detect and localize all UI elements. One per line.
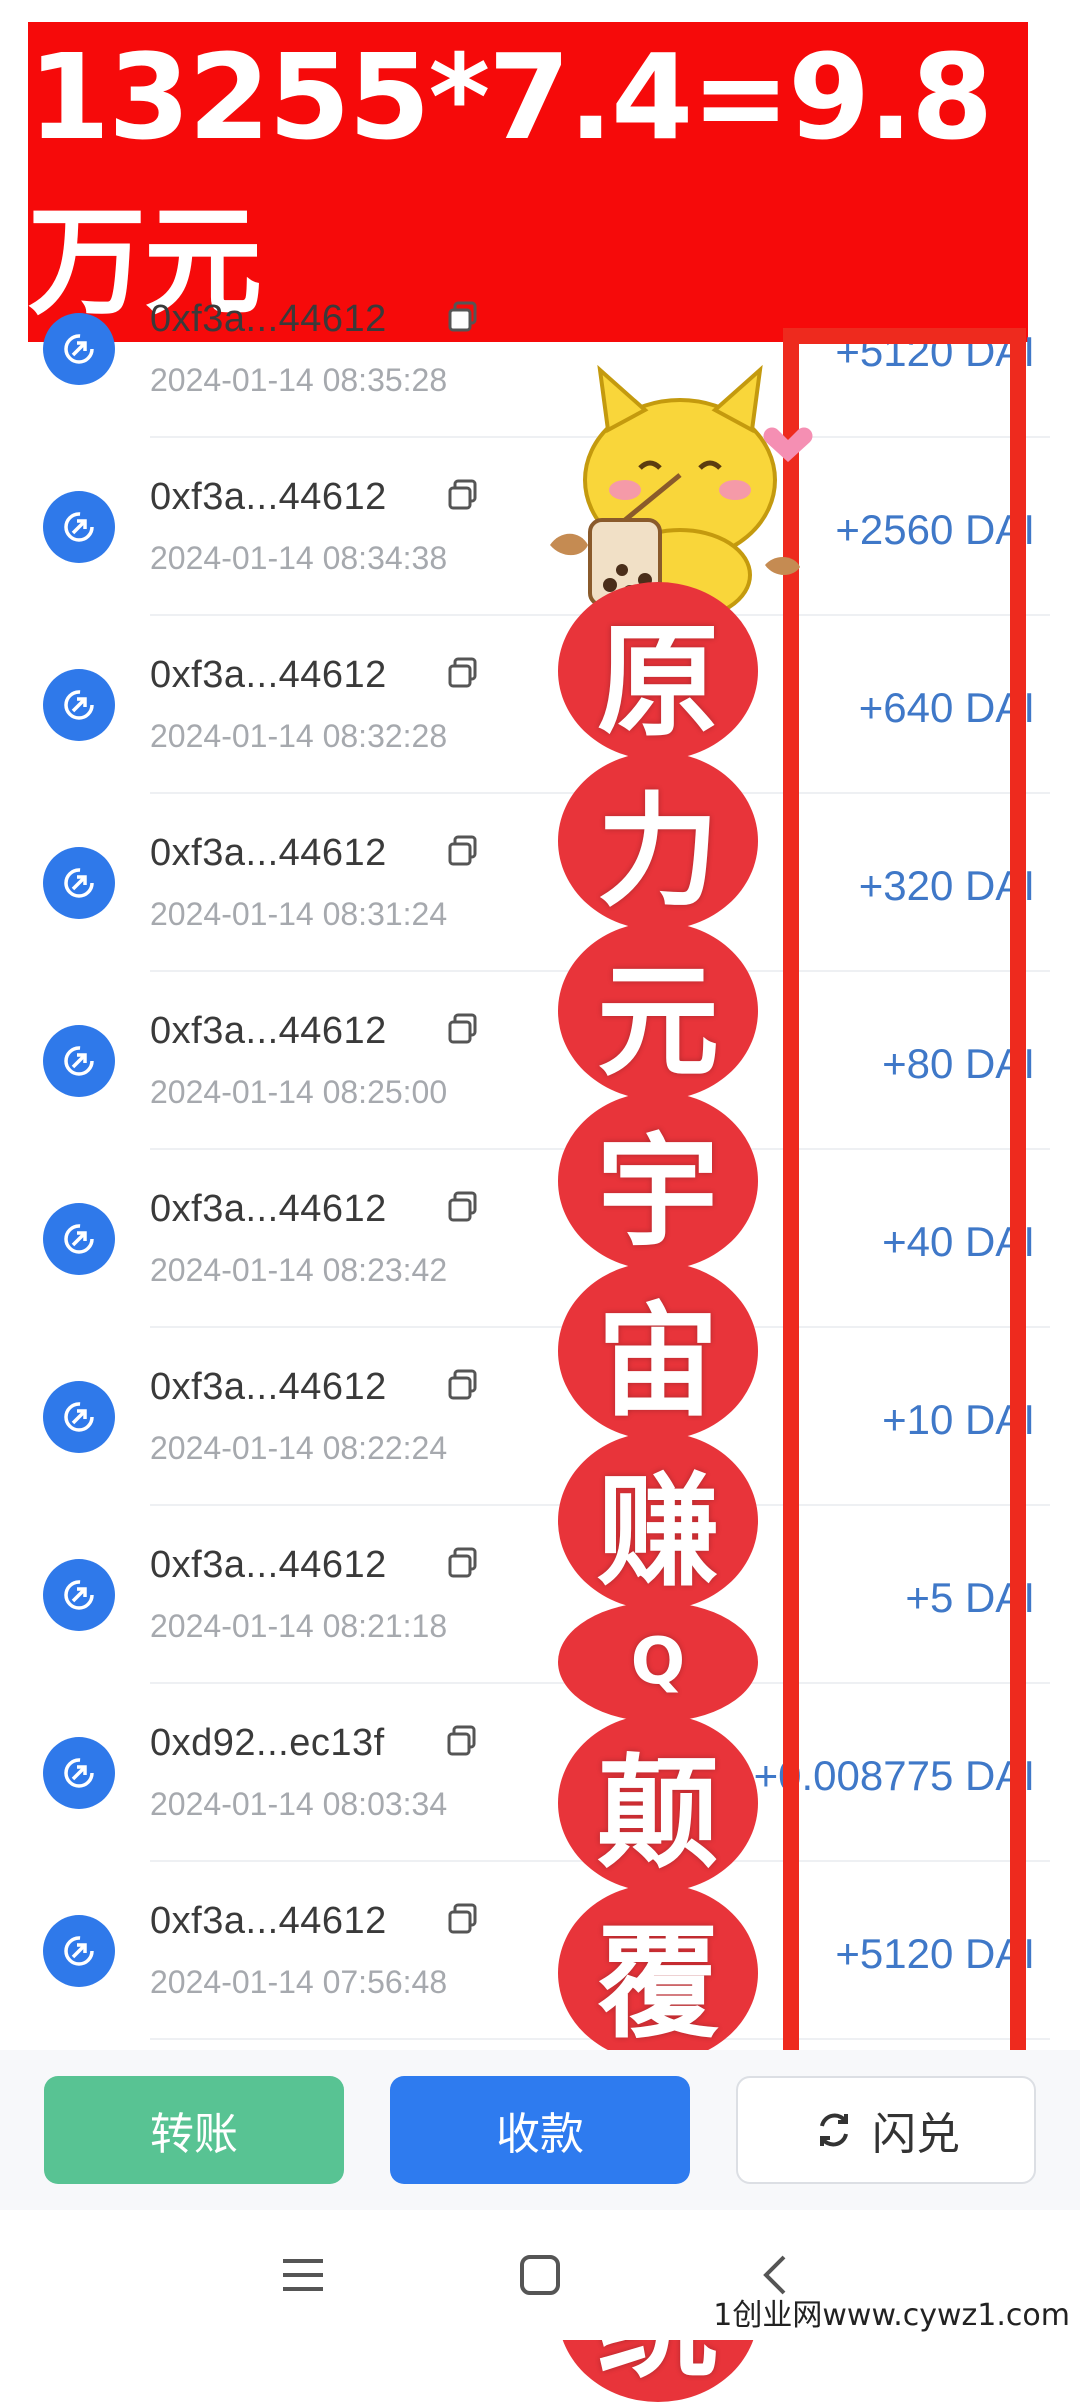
- transfer-circle-icon: [43, 1915, 115, 1987]
- transfer-circle-icon: [43, 847, 115, 919]
- swap-icon: [820, 2113, 848, 2147]
- copy-icon[interactable]: [446, 1368, 480, 1402]
- tx-time: 2024-01-14 08:35:28: [150, 362, 448, 398]
- home-square-icon[interactable]: [505, 2240, 575, 2310]
- copy-icon[interactable]: [446, 300, 480, 334]
- action-bar: 转账 收款 闪兑: [0, 2050, 1080, 2210]
- slogan-char: Q: [558, 1602, 758, 1722]
- copy-icon[interactable]: [445, 1724, 479, 1758]
- receive-button[interactable]: 收款: [390, 2076, 690, 2184]
- receive-button-label: 收款: [496, 2110, 584, 2159]
- tx-address: 0xf3a...44612: [150, 1366, 387, 1408]
- slogan-char: 元: [558, 922, 758, 1100]
- menu-icon[interactable]: [268, 2240, 338, 2310]
- slogan-char: 宇: [558, 1092, 758, 1270]
- transfer-button[interactable]: 转账: [44, 2076, 344, 2184]
- system-nav-bar: 1创业网www.cywz1.com: [0, 2210, 1080, 2340]
- transfer-circle-icon: [43, 313, 115, 385]
- copy-icon[interactable]: [446, 1902, 480, 1936]
- tx-address: 0xf3a...44612: [150, 298, 387, 340]
- swap-button-label: 闪兑: [872, 2110, 960, 2159]
- tx-address: 0xf3a...44612: [150, 832, 387, 874]
- tx-address: 0xf3a...44612: [150, 1010, 387, 1052]
- transfer-circle-icon: [43, 1737, 115, 1809]
- swap-button[interactable]: 闪兑: [736, 2076, 1036, 2184]
- transfer-circle-icon: [43, 1025, 115, 1097]
- transfer-circle-icon: [43, 669, 115, 741]
- tx-time: 2024-01-14 08:34:38: [150, 540, 448, 576]
- copy-icon[interactable]: [446, 834, 480, 868]
- watermark: 1创业网www.cywz1.com: [713, 2298, 1070, 2333]
- tx-address: 0xd92...ec13f: [150, 1722, 385, 1764]
- tx-time: 2024-01-14 08:03:34: [150, 1786, 448, 1822]
- slogan-char: 赚: [558, 1432, 758, 1610]
- copy-icon[interactable]: [446, 1190, 480, 1224]
- slogan-char: 宙: [558, 1262, 758, 1440]
- tx-address: 0xf3a...44612: [150, 1900, 387, 1942]
- tx-time: 2024-01-14 08:25:00: [150, 1074, 448, 1110]
- copy-icon[interactable]: [446, 1546, 480, 1580]
- tx-time: 2024-01-14 08:31:24: [150, 896, 448, 932]
- slogan-char: 原: [558, 582, 758, 760]
- tx-address: 0xf3a...44612: [150, 476, 387, 518]
- transfer-circle-icon: [43, 1381, 115, 1453]
- tx-time: 2024-01-14 08:32:28: [150, 718, 448, 754]
- slogan-char: 颠: [558, 1714, 758, 1892]
- tx-time: 2024-01-14 08:21:18: [150, 1608, 448, 1644]
- tx-address: 0xf3a...44612: [150, 654, 387, 696]
- transfer-circle-icon: [43, 491, 115, 563]
- tx-time: 2024-01-14 07:56:48: [150, 1964, 448, 2000]
- transfer-button-label: 转账: [150, 2110, 238, 2159]
- copy-icon[interactable]: [446, 1012, 480, 1046]
- tx-address: 0xf3a...44612: [150, 1544, 387, 1586]
- tx-address: 0xf3a...44612: [150, 1188, 387, 1230]
- tx-time: 2024-01-14 08:23:42: [150, 1252, 448, 1288]
- slogan-char: 覆: [558, 1884, 758, 2062]
- transfer-circle-icon: [43, 1559, 115, 1631]
- copy-icon[interactable]: [446, 656, 480, 690]
- copy-icon[interactable]: [446, 478, 480, 512]
- tx-time: 2024-01-14 08:22:24: [150, 1430, 448, 1466]
- slogan-char: 力: [558, 752, 758, 930]
- transfer-circle-icon: [43, 1203, 115, 1275]
